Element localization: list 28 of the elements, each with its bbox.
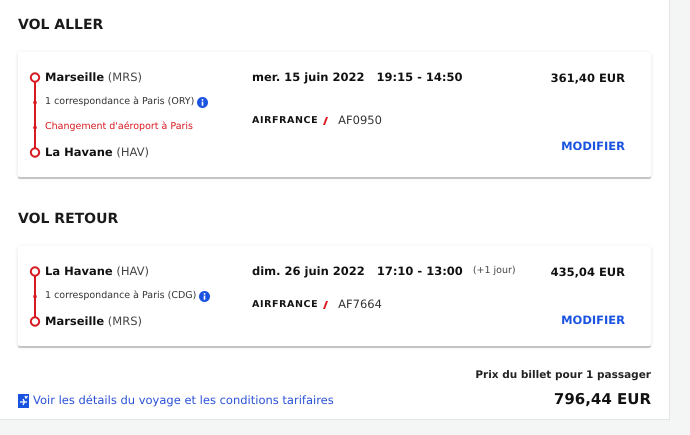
connection-label: 1 correspondance à Paris (ORY)	[45, 95, 194, 110]
plane-icon	[18, 394, 29, 408]
city-label: Marseille (MRS)	[45, 68, 142, 86]
airline-logo: AIRFRANCE	[252, 114, 318, 128]
flight-number: AF0950	[338, 112, 382, 129]
day-offset: (+1 jour)	[472, 264, 516, 278]
section-heading: VOL ALLER	[18, 16, 104, 35]
info-icon[interactable]	[199, 291, 210, 302]
section-heading: VOL RETOUR	[18, 210, 120, 229]
price: 435,04 EUR	[550, 264, 625, 281]
modify-button[interactable]: MODIFIER	[561, 312, 625, 329]
modify-button[interactable]: MODIFIER	[561, 138, 625, 155]
slash-icon	[320, 300, 328, 309]
price: 361,40 EUR	[550, 70, 625, 87]
flight-number: AF7664	[338, 296, 382, 313]
airline-logo: AIRFRANCE	[252, 298, 318, 312]
airport-change-warning: Changement d'aéroport à Paris	[45, 120, 194, 134]
city-label: La Havane (HAV)	[45, 144, 150, 161]
connection-label: 1 correspondance à Paris (CDG)	[45, 289, 196, 304]
city-label: Marseille (MRS)	[45, 312, 142, 330]
total-price: 796,44 EUR	[554, 388, 651, 410]
details-link[interactable]: Voir les détails du voyage et les conditions tarifaires	[18, 392, 334, 410]
date-time: mer. 15 juin 2022 19:15 - 14:50	[252, 68, 462, 86]
price-caption: Prix du billet pour 1 passager	[475, 368, 651, 383]
city-label: La Havane (HAV)	[45, 262, 150, 280]
info-icon[interactable]	[197, 97, 208, 108]
date-time: dim. 26 juin 2022 17:10 - 13:00	[252, 262, 463, 280]
slash-icon	[320, 116, 328, 125]
